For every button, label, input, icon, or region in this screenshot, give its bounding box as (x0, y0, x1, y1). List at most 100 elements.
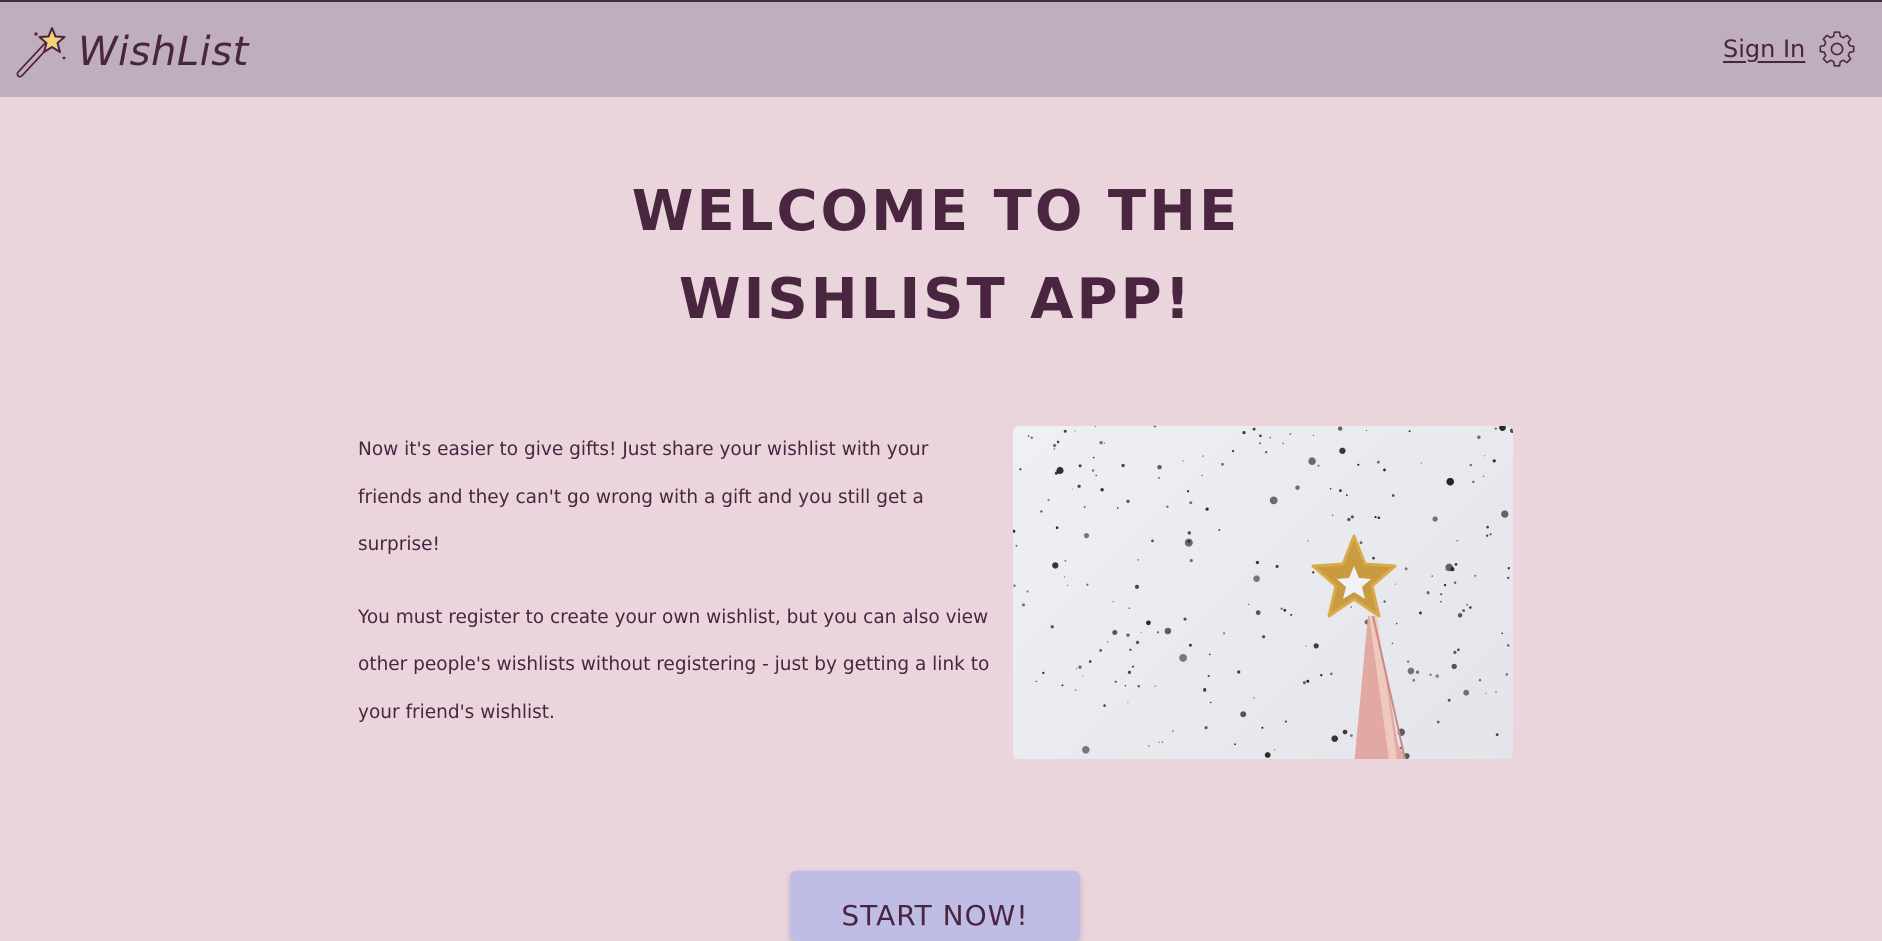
ink-speckle (1040, 510, 1043, 513)
ink-speckle (1056, 466, 1064, 475)
page-title-line-2: WISHLIST APP! (678, 267, 1194, 332)
ink-speckle (1205, 507, 1209, 511)
ink-speckle (1013, 584, 1016, 587)
ink-speckle (1100, 488, 1104, 492)
ink-speckle (1082, 675, 1084, 677)
ink-speckle (1350, 606, 1352, 608)
ink-speckle (1264, 752, 1271, 758)
ink-speckle (1077, 484, 1081, 488)
ink-speckle (1440, 593, 1443, 596)
ink-speckle (1509, 428, 1513, 434)
ink-speckle (1203, 688, 1207, 692)
ink-speckle (1474, 574, 1477, 577)
ink-speckle (1137, 684, 1140, 688)
settings-button[interactable] (1818, 30, 1856, 68)
ink-speckle (1453, 650, 1457, 654)
ink-speckle (1135, 640, 1140, 645)
ink-speckle (1186, 490, 1190, 493)
sign-in-link[interactable]: Sign In (1723, 35, 1805, 63)
ink-speckle (1140, 631, 1142, 633)
ink-speckle (1307, 540, 1309, 542)
ink-speckle (1099, 441, 1103, 445)
ink-speckle (1391, 494, 1395, 497)
ink-speckle (1126, 633, 1130, 637)
ink-speckle (1103, 704, 1106, 707)
ink-speckle (1182, 460, 1184, 462)
ink-speckle (1035, 680, 1038, 683)
ink-speckle (1308, 457, 1316, 465)
ink-speckle (1259, 434, 1262, 438)
ink-speckle (1426, 591, 1430, 595)
ink-speckle (1495, 691, 1497, 693)
ink-speckle (1261, 726, 1264, 729)
ink-speckle (1157, 464, 1162, 470)
ink-speckle (1445, 569, 1447, 571)
ink-speckle (1161, 741, 1164, 743)
brand-logo[interactable]: WishList (14, 22, 249, 82)
ink-speckle (1129, 648, 1132, 651)
ink-speckle (1320, 674, 1323, 677)
ink-speckle (1305, 645, 1307, 647)
ink-speckle (1132, 665, 1134, 668)
ink-speckle (1477, 435, 1481, 439)
start-now-button[interactable]: START NOW! (790, 871, 1080, 941)
ink-speckle (1446, 477, 1455, 486)
ink-speckle (1231, 449, 1235, 453)
ink-speckle (1103, 442, 1106, 444)
ink-speckle (1482, 475, 1485, 477)
ink-speckle (1269, 496, 1278, 505)
ink-speckle (1431, 575, 1434, 577)
ink-speckle (1507, 576, 1510, 580)
ink-speckle (1234, 743, 1237, 746)
ink-speckle (1313, 643, 1319, 649)
ink-speckle (1050, 625, 1054, 629)
app-header: WishList Sign In (0, 2, 1882, 97)
ink-speckle (1114, 680, 1117, 683)
ink-speckle (1253, 697, 1255, 699)
ink-speckle (1345, 494, 1348, 497)
ink-speckle (1501, 510, 1509, 518)
ink-speckle (1112, 601, 1114, 603)
ink-speckle (1252, 427, 1256, 431)
ink-speckle (1047, 498, 1050, 502)
ink-speckle (1486, 525, 1489, 529)
ink-speckle (1052, 443, 1057, 448)
ink-speckle (1282, 442, 1284, 445)
ink-speckle (1189, 643, 1192, 647)
ink-speckle (1121, 463, 1125, 468)
intro-paragraph-2: You must register to create your own wis… (358, 606, 990, 723)
ink-speckle (1099, 648, 1103, 652)
ink-speckle (1127, 702, 1129, 704)
ink-speckle (1107, 641, 1109, 643)
ink-speckle (1134, 584, 1140, 589)
ink-speckle (1339, 489, 1342, 492)
ink-speckle (1312, 571, 1315, 574)
ink-speckle (1202, 455, 1204, 457)
ink-speckle (1083, 533, 1090, 539)
ink-speckle (1432, 516, 1438, 522)
ink-speckle (1469, 463, 1473, 467)
ink-speckle (1179, 653, 1188, 662)
ink-speckle (1391, 642, 1394, 645)
ink-speckle (1083, 506, 1086, 508)
ink-speckle (1208, 653, 1211, 656)
ink-speckle (1453, 581, 1457, 584)
ink-speckle (1137, 559, 1140, 561)
ink-speckle (1201, 474, 1203, 477)
ink-speckle (1466, 603, 1468, 606)
ink-speckle (1269, 436, 1271, 439)
page-title-line-1: WELCOME TO THE (631, 179, 1241, 244)
ink-speckle (1295, 485, 1300, 490)
ink-speckle (1306, 679, 1310, 683)
ink-speckle (1148, 745, 1150, 747)
ink-speckle (1302, 681, 1306, 685)
ink-speckle (1485, 692, 1487, 694)
ink-speckle (1052, 562, 1059, 569)
ink-speckle (1420, 462, 1422, 464)
ink-speckle (1237, 670, 1241, 674)
ink-speckle (1359, 541, 1363, 544)
ink-speckle (1376, 460, 1380, 464)
ink-speckle (1337, 426, 1343, 431)
ink-speckle (1076, 668, 1078, 670)
ink-speckle (1472, 480, 1475, 484)
